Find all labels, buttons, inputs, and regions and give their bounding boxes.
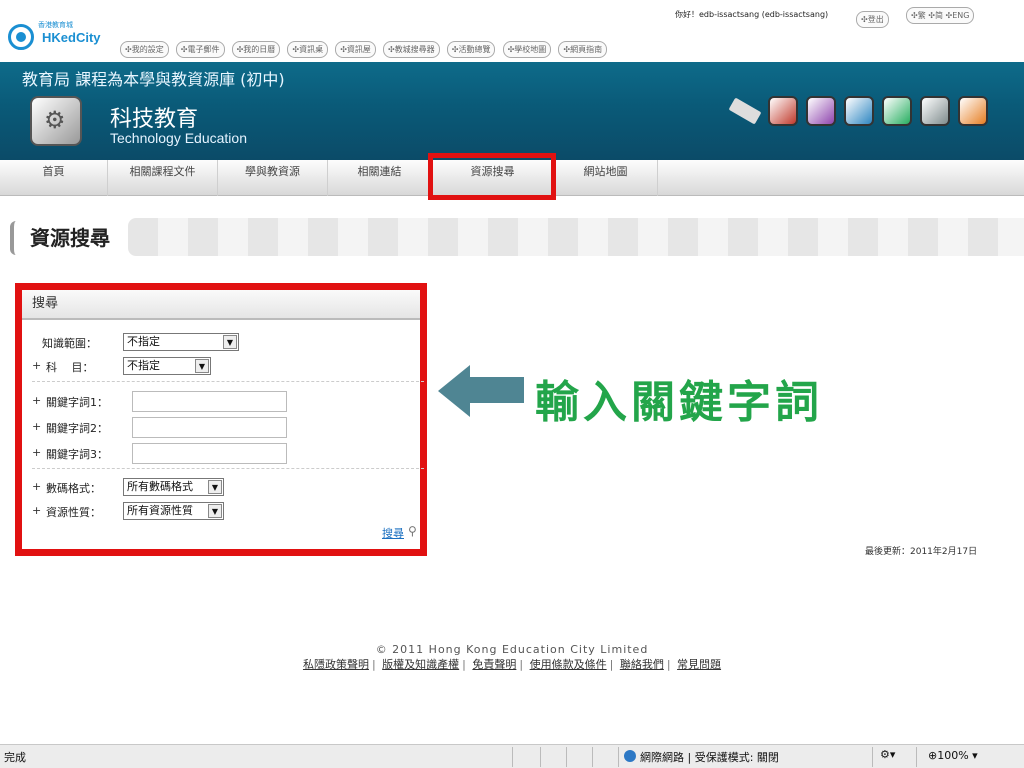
nav-resources[interactable]: 學與教資源 — [218, 160, 328, 196]
section-decoration — [128, 218, 1024, 256]
plus-icon: + — [32, 420, 42, 433]
top-bar: 香港教育城 HKedCity 你好！edb-issactsang (edb-is… — [0, 0, 1024, 64]
status-text: 完成 — [4, 751, 26, 764]
plus-icon: + — [32, 359, 42, 372]
subject-icon-2[interactable] — [806, 96, 836, 126]
terms-link[interactable]: 使用條款及條件 — [530, 658, 607, 671]
keyword1-input[interactable] — [132, 391, 287, 412]
subject-icon-3[interactable] — [844, 96, 874, 126]
keyword3-input[interactable] — [132, 443, 287, 464]
nav-site-map[interactable]: 網站地圖 — [554, 160, 658, 196]
technology-cube-icon — [30, 96, 82, 146]
email-link[interactable]: ✣電子郵件 — [175, 41, 225, 58]
chevron-down-icon: ▼ — [223, 335, 237, 349]
section-bar: 資源搜尋 — [0, 218, 1024, 256]
privacy-link[interactable]: 私隱政策聲明 — [303, 658, 369, 671]
divider — [32, 381, 424, 382]
arrow-shaft — [468, 377, 524, 403]
keyword1-label: 關鍵字詞1： — [46, 396, 108, 409]
lang-traditional-link[interactable]: ✣繁 — [911, 11, 926, 20]
info-desk-link[interactable]: ✣資訊桌 — [287, 41, 329, 58]
contact-link[interactable]: 聯絡我們 — [620, 658, 664, 671]
plus-icon: + — [32, 446, 42, 459]
faq-link[interactable]: 常見問題 — [677, 658, 721, 671]
logo-brand-text: HKedCity — [42, 30, 101, 45]
keyword3-label: 關鍵字詞3： — [46, 448, 108, 461]
info-house-link[interactable]: ✣資訊屋 — [335, 41, 376, 58]
language-switcher: ✣繁 ✣简 ✣ENG — [906, 7, 975, 24]
keyword2-label: 關鍵字詞2： — [46, 422, 108, 435]
protected-mode-icon[interactable]: ⚙▾ — [880, 748, 895, 761]
chevron-down-icon: ▼ — [195, 359, 209, 373]
divider — [32, 468, 424, 469]
annotation-text: 輸入關鍵字詞 — [535, 377, 823, 428]
plus-icon: + — [32, 504, 42, 517]
globe-icon — [624, 750, 636, 762]
subject-select[interactable]: 不指定 ▼ — [123, 357, 211, 375]
school-map-link[interactable]: ✣學校地圖 — [502, 41, 552, 58]
edb-site-title[interactable]: 教育局 課程為本學與教資源庫 (初中) — [22, 66, 285, 90]
nav-highlight-box — [428, 153, 556, 200]
subject-title-en: Technology Education — [110, 130, 247, 146]
keyword2-input[interactable] — [132, 417, 287, 438]
activities-link[interactable]: ✣活動總覽 — [446, 41, 496, 58]
plus-icon: + — [32, 480, 42, 493]
nav-related-links[interactable]: 相關連結 — [328, 160, 432, 196]
lang-english-link[interactable]: ✣ENG — [946, 11, 970, 20]
security-zone: 網際網路 | 受保護模式: 關閉 — [640, 751, 779, 764]
subject-icon-1[interactable] — [768, 96, 798, 126]
logout-button[interactable]: ✣登出 — [856, 11, 889, 28]
copyright-link[interactable]: 版權及知識產權 — [382, 658, 459, 671]
nature-select[interactable]: 所有資源性質 ▼ — [123, 502, 224, 520]
subject-icon-4[interactable] — [882, 96, 912, 126]
hkedcity-logo[interactable]: 香港教育城 HKedCity — [8, 14, 108, 50]
lang-simplified-link[interactable]: ✣简 — [928, 11, 943, 20]
last-updated: 最後更新：2011年2月17日 — [865, 547, 978, 557]
search-button[interactable]: 搜尋 — [382, 525, 404, 541]
chevron-down-icon: ▼ — [208, 480, 222, 494]
section-title: 資源搜尋 — [10, 221, 126, 255]
nav-home[interactable]: 首頁 — [0, 160, 108, 196]
subject-title-zh: 科技教育 — [110, 107, 199, 132]
search-icon[interactable]: ⚲ — [408, 524, 417, 538]
subject-label: 科 目： — [46, 361, 94, 374]
edcity-search-link[interactable]: ✣教城搜尋器 — [382, 41, 440, 58]
knowledge-label: 知識範圍： — [42, 337, 97, 350]
nav-curriculum-docs[interactable]: 相關課程文件 — [108, 160, 218, 196]
my-calendar-link[interactable]: ✣我的日曆 — [231, 41, 281, 58]
footer-copyright: © 2011 Hong Kong Education City Limited — [375, 643, 649, 656]
subject-icon-5[interactable] — [920, 96, 950, 126]
knowledge-select[interactable]: 不指定 ▼ — [123, 333, 239, 351]
logo-circle-icon — [8, 24, 34, 50]
footer-links: 私隱政策聲明 | 版權及知識產權 | 免責聲明 | 使用條款及條件 | 聯絡我們 | 常見… — [302, 658, 722, 671]
plus-icon: + — [32, 394, 42, 407]
arrow-left-icon — [438, 365, 470, 417]
format-label: 數碼格式： — [46, 482, 101, 495]
user-greeting: 你好！edb-issactsang (edb-issactsang) — [675, 10, 829, 19]
disclaimer-link[interactable]: 免責聲明 — [472, 658, 516, 671]
logo-small-text: 香港教育城 — [38, 21, 73, 29]
search-panel-header: 搜尋 — [22, 290, 420, 320]
subject-icon-6[interactable] — [958, 96, 988, 126]
my-settings-link[interactable]: ✣我的設定 — [120, 41, 169, 58]
zoom-level[interactable]: ⊕100% ▾ — [928, 749, 978, 762]
chevron-down-icon: ▼ — [208, 504, 222, 518]
format-select[interactable]: 所有數碼格式 ▼ — [123, 478, 224, 496]
search-panel: 搜尋 知識範圍： 不指定 ▼ + 科 目： 不指定 ▼ + 關鍵字詞1： + 關… — [15, 283, 427, 556]
web-guide-link[interactable]: ✣網頁指南 — [558, 41, 608, 58]
browser-status-bar: 完成 網際網路 | 受保護模式: 關閉 ⚙▾ ⊕100% ▾ — [0, 744, 1024, 768]
nature-label: 資源性質： — [46, 506, 101, 519]
service-links: ✣我的設定 ✣電子郵件 ✣我的日曆 ✣資訊桌 ✣資訊屋 ✣教城搜尋器 ✣活動總覽… — [120, 37, 609, 58]
